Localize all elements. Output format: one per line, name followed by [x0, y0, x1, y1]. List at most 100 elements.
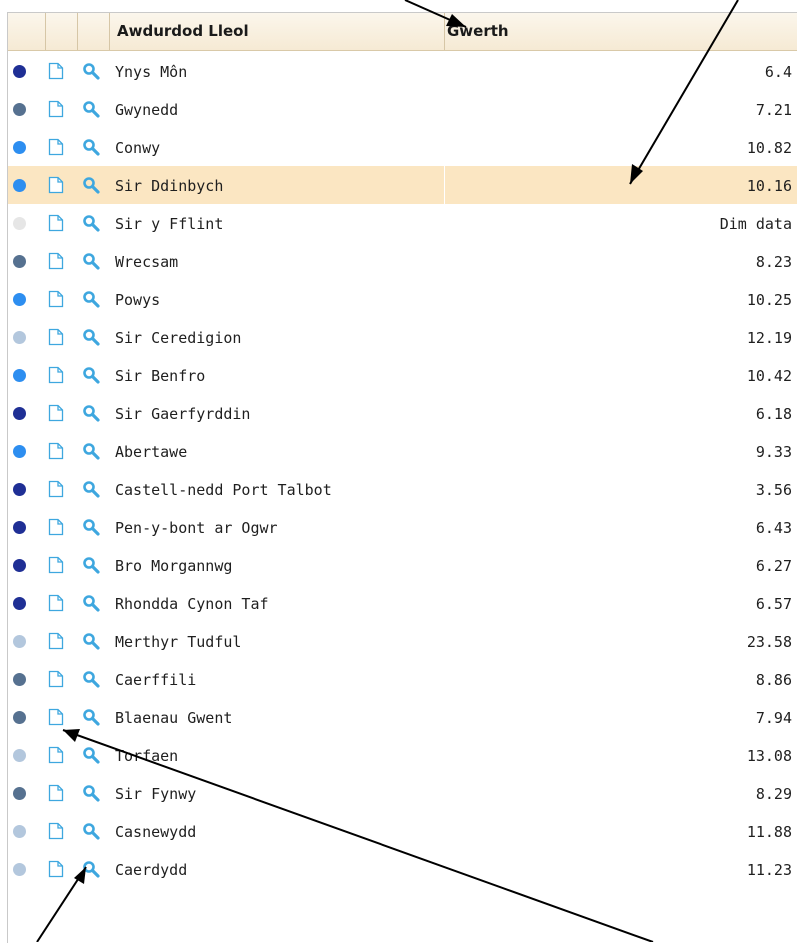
table-row[interactable]: Blaenau Gwent 7.94 [8, 698, 797, 736]
table-row[interactable]: Abertawe 9.33 [8, 432, 797, 470]
magnifier-icon[interactable] [82, 746, 102, 768]
area-name: Torfaen [115, 747, 179, 765]
document-icon[interactable] [48, 822, 64, 844]
table-row[interactable]: Ynys Môn 6.4 [8, 52, 797, 90]
legend-dot-icon [13, 255, 26, 268]
magnifier-icon[interactable] [82, 670, 102, 692]
document-icon[interactable] [48, 632, 64, 654]
document-icon[interactable] [48, 556, 64, 578]
area-value: 6.57 [755, 595, 792, 613]
table-row[interactable]: Caerffili 8.86 [8, 660, 797, 698]
document-icon[interactable] [48, 784, 64, 806]
document-icon[interactable] [48, 518, 64, 540]
table-row[interactable]: Sir Benfro 10.42 [8, 356, 797, 394]
legend-dot-icon [13, 331, 26, 344]
magnifier-icon[interactable] [82, 518, 102, 540]
area-value: 12.19 [746, 329, 792, 347]
document-icon[interactable] [48, 252, 64, 274]
area-name: Rhondda Cynon Taf [115, 595, 269, 613]
table-row[interactable]: Pen-y-bont ar Ogwr 6.43 [8, 508, 797, 546]
document-icon[interactable] [48, 670, 64, 692]
area-name: Sir Fynwy [115, 785, 197, 803]
area-name: Caerffili [115, 671, 197, 689]
legend-dot-icon [13, 635, 26, 648]
document-icon[interactable] [48, 100, 64, 122]
document-icon[interactable] [48, 176, 64, 198]
magnifier-icon[interactable] [82, 62, 102, 84]
table-row[interactable]: Casnewydd 11.88 [8, 812, 797, 850]
magnifier-icon[interactable] [82, 708, 102, 730]
magnifier-icon[interactable] [82, 328, 102, 350]
area-value: 10.16 [746, 177, 792, 195]
area-value: 7.94 [755, 709, 792, 727]
magnifier-icon[interactable] [82, 214, 102, 236]
document-icon[interactable] [48, 328, 64, 350]
legend-dot-icon [13, 141, 26, 154]
legend-dot-icon [13, 749, 26, 762]
legend-dot-icon [13, 711, 26, 724]
table-row-selected[interactable]: Sir Ddinbych 10.16 [8, 166, 797, 204]
magnifier-icon[interactable] [82, 290, 102, 312]
document-icon[interactable] [48, 860, 64, 882]
area-name: Casnewydd [115, 823, 197, 841]
data-table: Awdurdod Lleol Gwerth Ynys Môn 6.4 Gwynedd… [7, 12, 797, 943]
magnifier-icon[interactable] [82, 366, 102, 388]
legend-dot-icon [13, 521, 26, 534]
magnifier-icon[interactable] [82, 632, 102, 654]
table-row[interactable]: Wrecsam 8.23 [8, 242, 797, 280]
document-icon[interactable] [48, 594, 64, 616]
magnifier-icon[interactable] [82, 176, 102, 198]
magnifier-icon[interactable] [82, 822, 102, 844]
table-row[interactable]: Sir Gaerfyrddin 6.18 [8, 394, 797, 432]
magnifier-icon[interactable] [82, 100, 102, 122]
header-cell-search [77, 13, 110, 50]
legend-dot-icon [13, 293, 26, 306]
table-row[interactable]: Gwynedd 7.21 [8, 90, 797, 128]
table-row[interactable]: Castell-nedd Port Talbot 3.56 [8, 470, 797, 508]
header-column-name[interactable]: Awdurdod Lleol [109, 13, 445, 50]
legend-dot-icon [13, 65, 26, 78]
magnifier-icon[interactable] [82, 556, 102, 578]
area-value: 8.23 [755, 253, 792, 271]
magnifier-icon[interactable] [82, 404, 102, 426]
magnifier-icon[interactable] [82, 784, 102, 806]
magnifier-icon[interactable] [82, 442, 102, 464]
table-row[interactable]: Caerdydd 11.23 [8, 850, 797, 888]
document-icon[interactable] [48, 404, 64, 426]
area-value: 6.18 [755, 405, 792, 423]
magnifier-icon[interactable] [82, 594, 102, 616]
legend-dot-icon [13, 179, 26, 192]
table-row[interactable]: Powys 10.25 [8, 280, 797, 318]
area-name: Sir Ddinbych [115, 177, 224, 195]
document-icon[interactable] [48, 290, 64, 312]
header-column-value[interactable]: Gwerth [444, 13, 797, 50]
legend-dot-icon [13, 863, 26, 876]
area-name: Wrecsam [115, 253, 179, 271]
area-value: 8.29 [755, 785, 792, 803]
table-row[interactable]: Sir Fynwy 8.29 [8, 774, 797, 812]
table-row[interactable]: Bro Morgannwg 6.27 [8, 546, 797, 584]
document-icon[interactable] [48, 442, 64, 464]
table-row[interactable]: Sir y Fflint Dim data [8, 204, 797, 242]
legend-dot-icon [13, 407, 26, 420]
document-icon[interactable] [48, 366, 64, 388]
document-icon[interactable] [48, 62, 64, 84]
area-name: Abertawe [115, 443, 188, 461]
table-row[interactable]: Merthyr Tudful 23.58 [8, 622, 797, 660]
table-row[interactable]: Rhondda Cynon Taf 6.57 [8, 584, 797, 622]
magnifier-icon[interactable] [82, 480, 102, 502]
area-value: 10.25 [746, 291, 792, 309]
document-icon[interactable] [48, 746, 64, 768]
document-icon[interactable] [48, 708, 64, 730]
table-row[interactable]: Conwy 10.82 [8, 128, 797, 166]
magnifier-icon[interactable] [82, 252, 102, 274]
header-cell-marker [8, 13, 46, 50]
table-row[interactable]: Torfaen 13.08 [8, 736, 797, 774]
magnifier-icon[interactable] [82, 138, 102, 160]
document-icon[interactable] [48, 138, 64, 160]
area-name: Powys [115, 291, 161, 309]
document-icon[interactable] [48, 480, 64, 502]
document-icon[interactable] [48, 214, 64, 236]
table-row[interactable]: Sir Ceredigion 12.19 [8, 318, 797, 356]
magnifier-icon[interactable] [82, 860, 102, 882]
